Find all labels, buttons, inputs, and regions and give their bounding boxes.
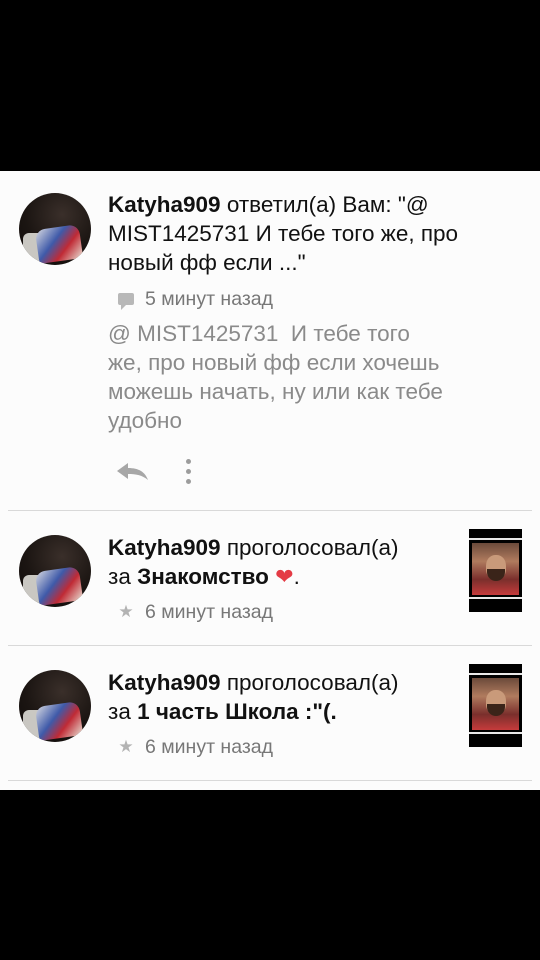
avatar[interactable] [19,193,91,265]
star-icon: ★ [118,737,134,756]
preposition: за [108,564,131,589]
avatar-photo [34,701,84,741]
notification-meta: ★ 6 минут назад [118,735,273,759]
story-cover-thumbnail[interactable] [469,664,522,747]
avatar[interactable] [19,670,91,742]
notifications-feed: Katyha909 ответил(а) Вам: "@ MIST1425731… [0,171,540,790]
preposition: за [108,699,131,724]
reply-icon[interactable] [114,459,150,483]
notification-meta: ★ 6 минут назад [118,600,273,624]
story-cover-thumbnail[interactable] [469,529,522,612]
avatar-photo [34,224,84,264]
star-icon: ★ [118,602,134,621]
timestamp: 5 минут назад [145,288,273,310]
notification-vote[interactable]: Katyha909 проголосовал(а) за 1 часть Шко… [0,646,540,781]
notification-headline: Katyha909 ответил(а) Вам: "@ MIST1425731… [108,190,518,277]
notification-meta: 5 минут назад [118,287,273,311]
action-text: ответил(а) Вам: [226,192,392,217]
comment-body: @ MIST1425731 И тебе того же, про новый … [108,321,443,433]
action-text: проголосовал(а) [226,535,399,560]
notification-reply[interactable]: Katyha909 ответил(а) Вам: "@ MIST1425731… [0,171,540,511]
action-text: проголосовал(а) [226,670,399,695]
notification-headline: Katyha909 проголосовал(а) за 1 часть Шко… [108,668,458,726]
story-link[interactable]: 1 часть Школа :"(. [137,699,337,724]
punctuation: . [293,564,300,589]
more-vertical-icon[interactable] [184,459,192,487]
timestamp: 6 минут назад [145,601,273,623]
username-link[interactable]: Katyha909 [108,192,221,217]
username-link[interactable]: Katyha909 [108,670,221,695]
avatar[interactable] [19,535,91,607]
avatar-photo [34,566,84,606]
heart-icon: ❤ [275,564,294,589]
notification-vote[interactable]: Katyha909 проголосовал(а) за Знакомство … [0,511,540,646]
story-link[interactable]: Знакомство [137,564,269,589]
timestamp: 6 минут назад [145,736,273,758]
divider [8,780,532,781]
username-link[interactable]: Katyha909 [108,535,221,560]
comment-icon [118,293,134,310]
notification-headline: Katyha909 проголосовал(а) за Знакомство … [108,533,458,591]
